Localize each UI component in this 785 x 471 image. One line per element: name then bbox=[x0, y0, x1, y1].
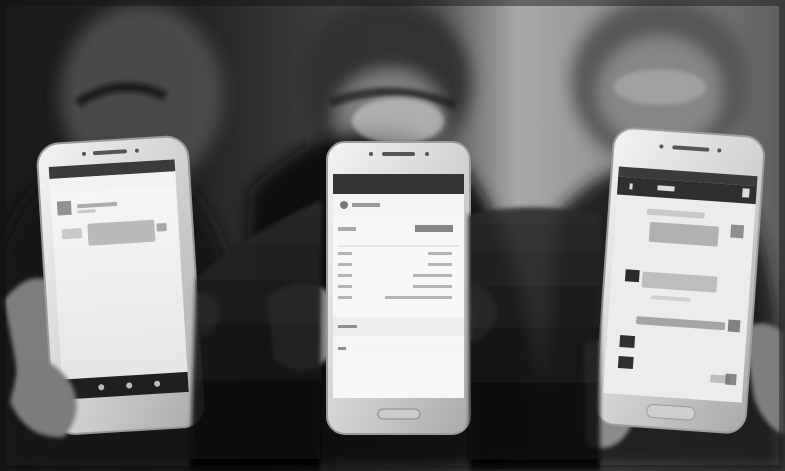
photo-scene bbox=[0, 0, 785, 471]
photo bbox=[0, 0, 785, 471]
left-phone-screen bbox=[48, 159, 189, 400]
right-phone-group bbox=[584, 127, 785, 449]
